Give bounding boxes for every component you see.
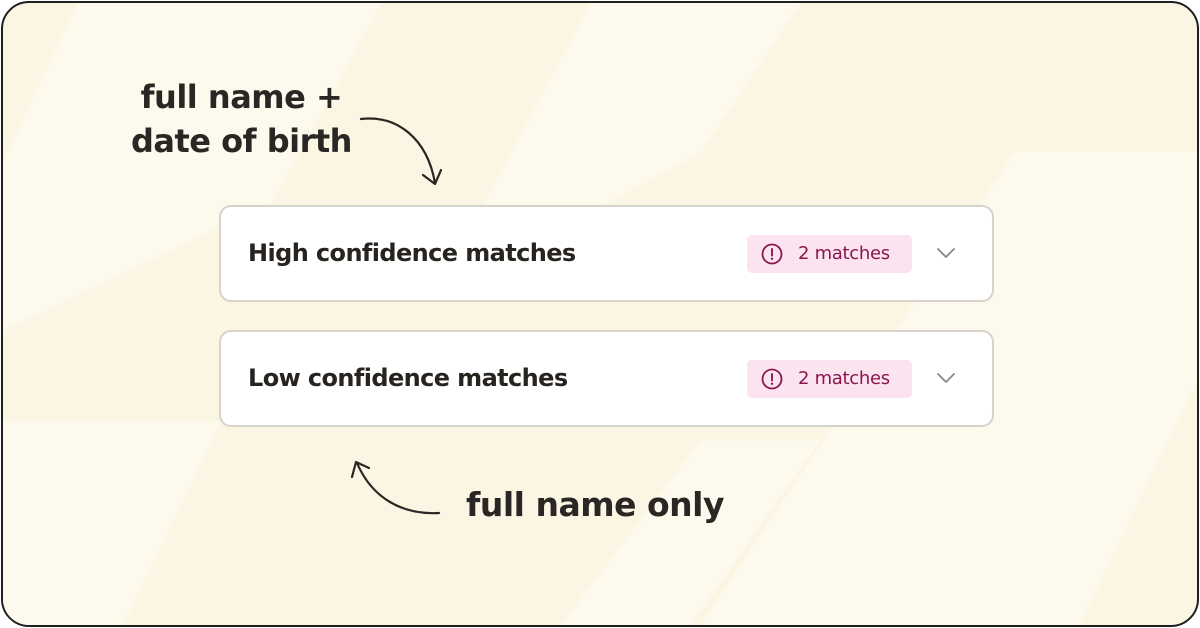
annotation-full-name-dob: full name + date of birth xyxy=(131,75,352,163)
accordion-title: Low confidence matches xyxy=(248,364,568,392)
annotation-line-1: full name + xyxy=(140,78,343,116)
annotation-full-name-only: full name only xyxy=(466,485,724,524)
accordion-title: High confidence matches xyxy=(248,239,576,267)
chevron-down-icon[interactable] xyxy=(935,370,957,386)
match-count-label: 2 matches xyxy=(798,368,890,389)
match-count-badge: 2 matches xyxy=(747,360,912,398)
alert-circle-icon xyxy=(761,368,783,390)
accordion-high-confidence[interactable]: High confidence matches 2 matches xyxy=(219,205,994,302)
chevron-down-icon[interactable] xyxy=(935,245,957,261)
accordion-low-confidence[interactable]: Low confidence matches 2 matches xyxy=(219,330,994,427)
alert-circle-icon xyxy=(761,243,783,265)
arrow-up-icon xyxy=(350,460,441,515)
arrow-down-icon xyxy=(359,117,443,186)
canvas-frame: full name + date of birth High confidenc… xyxy=(1,1,1199,627)
match-count-label: 2 matches xyxy=(798,243,890,264)
match-count-badge: 2 matches xyxy=(747,235,912,273)
annotation-line-2: date of birth xyxy=(131,122,352,160)
